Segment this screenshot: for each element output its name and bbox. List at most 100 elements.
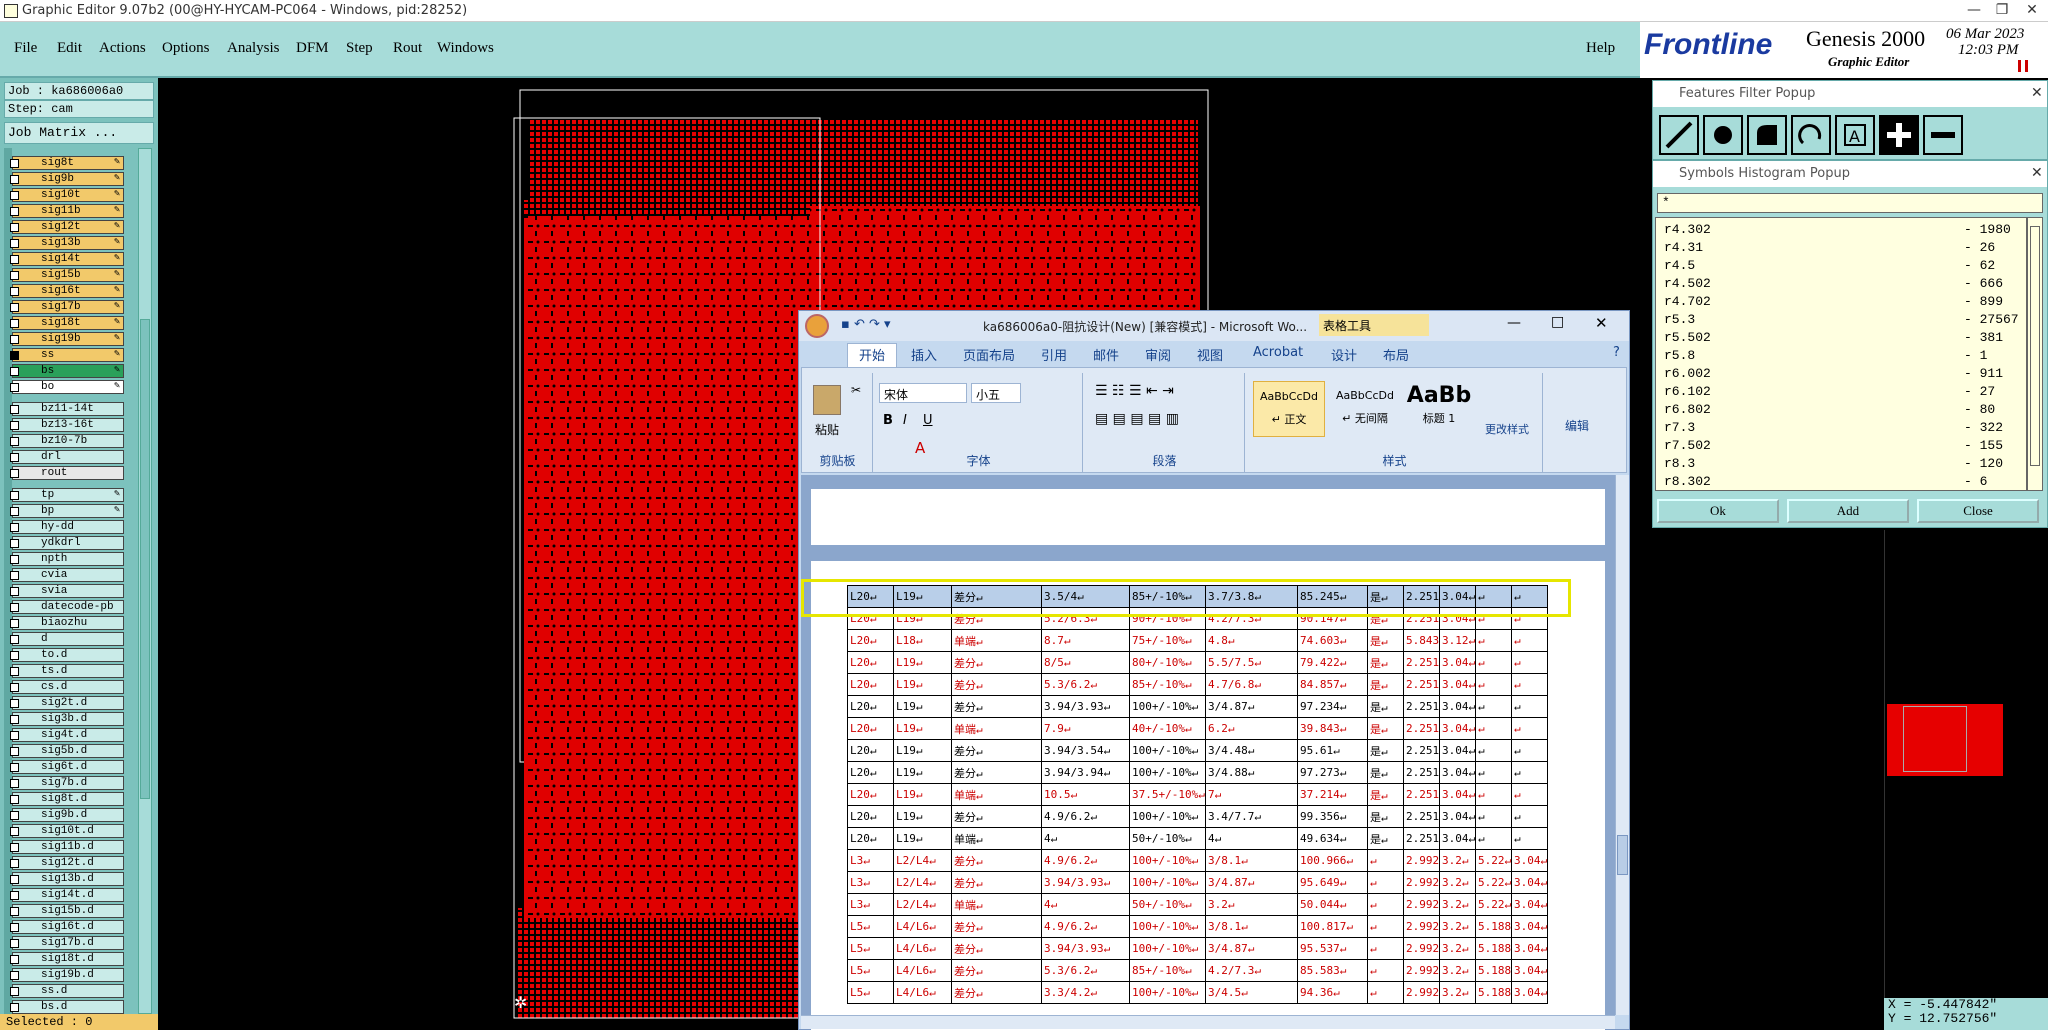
- layer-to.d[interactable]: to.d: [10, 648, 124, 662]
- table-cell[interactable]: 2.251↵: [1403, 805, 1440, 828]
- layer-checkbox[interactable]: [10, 507, 19, 516]
- table-cell[interactable]: L19↵: [893, 761, 952, 784]
- table-cell[interactable]: 3.2↵: [1205, 893, 1298, 916]
- table-cell[interactable]: 4↵: [1205, 827, 1298, 850]
- change-styles-button[interactable]: 更改样式: [1485, 421, 1529, 437]
- layer-checkbox[interactable]: [10, 335, 19, 344]
- layer-checkbox[interactable]: [10, 763, 19, 772]
- layer-checkbox[interactable]: [10, 667, 19, 676]
- table-cell[interactable]: 3.04↵: [1511, 915, 1548, 938]
- bullets-icon[interactable]: ☰ ☷ ☰ ⇤ ⇥: [1095, 383, 1174, 399]
- menu-windows[interactable]: Windows: [437, 40, 494, 57]
- table-cell[interactable]: 单端↵: [951, 717, 1042, 740]
- table-cell[interactable]: L4/L6↵: [893, 959, 952, 982]
- table-cell[interactable]: 4.9/6.2↵: [1041, 915, 1130, 938]
- table-cell[interactable]: 3.04↵: [1439, 717, 1476, 740]
- layer-checkbox[interactable]: [10, 635, 19, 644]
- table-cell[interactable]: 差分↵: [951, 937, 1042, 960]
- table-cell[interactable]: 95.649↵: [1297, 871, 1368, 894]
- overview-panel[interactable]: [1884, 530, 2048, 998]
- table-cell[interactable]: L20↵: [847, 783, 894, 806]
- table-cell[interactable]: 2.992↵: [1403, 849, 1440, 872]
- layer-checkbox[interactable]: [10, 811, 19, 820]
- layer-sig14t.d[interactable]: sig14t.d: [10, 888, 124, 902]
- table-cell[interactable]: 3.04↵: [1439, 827, 1476, 850]
- table-cell[interactable]: 5.5/7.5↵: [1205, 651, 1298, 674]
- layer-cs.d[interactable]: cs.d: [10, 680, 124, 694]
- table-cell[interactable]: 6.2↵: [1205, 717, 1298, 740]
- table-cell[interactable]: 单端↵: [951, 629, 1042, 652]
- table-cell[interactable]: 4.7/6.8↵: [1205, 673, 1298, 696]
- layer-sig10t[interactable]: sig10t ✎: [10, 188, 124, 202]
- table-cell[interactable]: 3.04↵: [1511, 959, 1548, 982]
- layer-checkbox[interactable]: [10, 159, 19, 168]
- histogram-row[interactable]: r6.802 - 80: [1664, 402, 2026, 420]
- layer-sig14t[interactable]: sig14t ✎: [10, 252, 124, 266]
- table-cell[interactable]: 3.04↵: [1439, 673, 1476, 696]
- table-row[interactable]: L3↵ L2/L4↵ 差分↵ 3.94/3.93↵ 100+/-10%↵ 3/4.87↵ 9…: [847, 871, 1548, 894]
- layer-drl[interactable]: drl: [10, 450, 124, 464]
- table-cell[interactable]: 3.94/3.93↵: [1041, 695, 1130, 718]
- table-cell[interactable]: 50.044↵: [1297, 893, 1368, 916]
- table-cell[interactable]: 3.04↵: [1439, 695, 1476, 718]
- layer-checkbox[interactable]: [10, 303, 19, 312]
- layer-checkbox[interactable]: [10, 939, 19, 948]
- layer-checkbox[interactable]: [10, 699, 19, 708]
- word-hscroll[interactable]: [801, 1015, 1615, 1029]
- table-cell[interactable]: 5.843↵: [1403, 629, 1440, 652]
- layer-checkbox[interactable]: [10, 795, 19, 804]
- table-cell[interactable]: 3/4.87↵: [1205, 871, 1298, 894]
- layer-checkbox[interactable]: [10, 287, 19, 296]
- table-cell[interactable]: 3/4.5↵: [1205, 981, 1298, 1004]
- layer-ts.d[interactable]: ts.d: [10, 664, 124, 678]
- table-cell[interactable]: L4/L6↵: [893, 937, 952, 960]
- pad-filter-button[interactable]: [1703, 115, 1743, 155]
- table-cell[interactable]: 5.3/6.2↵: [1041, 673, 1130, 696]
- table-cell[interactable]: 3.94/3.93↵: [1041, 937, 1130, 960]
- table-cell[interactable]: 74.603↵: [1297, 629, 1368, 652]
- table-cell[interactable]: ↵: [1511, 783, 1548, 806]
- table-cell[interactable]: 2.992↵: [1403, 937, 1440, 960]
- table-row[interactable]: L20↵ L19↵ 差分↵ 3.94/3.94↵ 100+/-10%↵ 3/4.88↵ 97…: [847, 761, 1548, 784]
- table-cell[interactable]: L2/L4↵: [893, 893, 952, 916]
- menu-dfm[interactable]: DFM: [296, 40, 329, 57]
- table-cell[interactable]: L5↵: [847, 915, 894, 938]
- table-cell[interactable]: ↵: [1367, 981, 1404, 1004]
- table-cell[interactable]: 3.04↵: [1511, 981, 1548, 1004]
- bold-button[interactable]: B: [883, 413, 893, 428]
- table-cell[interactable]: 95.537↵: [1297, 937, 1368, 960]
- table-cell[interactable]: 85+/-10%↵: [1129, 959, 1206, 982]
- table-cell[interactable]: 3.4/7.7↵: [1205, 805, 1298, 828]
- table-cell[interactable]: ↵: [1511, 717, 1548, 740]
- histogram-add-button[interactable]: Add: [1787, 499, 1909, 523]
- histogram-row[interactable]: r4.502 - 666: [1664, 276, 2026, 294]
- table-cell[interactable]: 99.356↵: [1297, 805, 1368, 828]
- table-cell[interactable]: 3.04↵: [1511, 937, 1548, 960]
- table-cell[interactable]: 100.966↵: [1297, 849, 1368, 872]
- layer-checkbox[interactable]: [10, 271, 19, 280]
- table-row[interactable]: L3↵ L2/L4↵ 差分↵ 4.9/6.2↵ 100+/-10%↵ 3/8.1↵ 100.…: [847, 849, 1548, 872]
- table-cell[interactable]: L18↵: [893, 629, 952, 652]
- histogram-row[interactable]: r6.102 - 27: [1664, 384, 2026, 402]
- word-maximize-button[interactable]: □: [1551, 314, 1564, 330]
- table-cell[interactable]: 是↵: [1367, 761, 1404, 784]
- table-row[interactable]: L20↵ L18↵ 单端↵ 8.7↵ 75+/-10%↵ 4.8↵ 74.603↵ 是↵ 5.8…: [847, 629, 1548, 652]
- layer-checkbox[interactable]: [10, 383, 19, 392]
- table-row[interactable]: L5↵ L4/L6↵ 差分↵ 3.3/4.2↵ 100+/-10%↵ 3/4.5↵ 94.3…: [847, 981, 1548, 1004]
- layer-sig17b[interactable]: sig17b ✎: [10, 300, 124, 314]
- table-cell[interactable]: 8/5↵: [1041, 651, 1130, 674]
- table-cell[interactable]: 差分↵: [951, 739, 1042, 762]
- layer-bz13-16t[interactable]: bz13-16t: [10, 418, 124, 432]
- table-cell[interactable]: 单端↵: [951, 783, 1042, 806]
- layer-sig13b.d[interactable]: sig13b.d: [10, 872, 124, 886]
- layer-bo[interactable]: bo ✎: [10, 380, 124, 394]
- table-cell[interactable]: L3↵: [847, 849, 894, 872]
- table-cell[interactable]: 3.2↵: [1439, 915, 1476, 938]
- table-cell[interactable]: ↵: [1511, 695, 1548, 718]
- table-cell[interactable]: 2.992↵: [1403, 893, 1440, 916]
- table-cell[interactable]: L20↵: [847, 827, 894, 850]
- text-filter-button[interactable]: A: [1835, 115, 1875, 155]
- table-cell[interactable]: ↵: [1475, 651, 1512, 674]
- tab-home[interactable]: 开始: [859, 345, 885, 364]
- table-cell[interactable]: 2.251↵: [1403, 783, 1440, 806]
